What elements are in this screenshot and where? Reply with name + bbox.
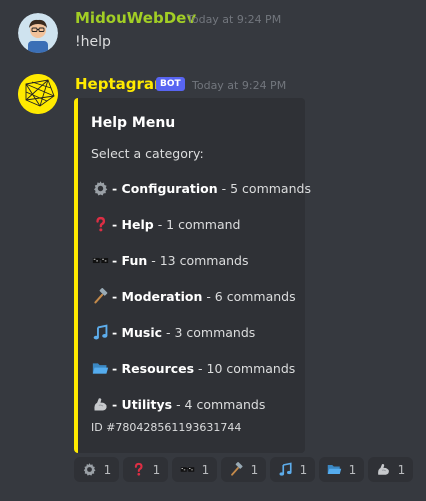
reaction-count: 1 [348, 462, 357, 477]
flexed-arm-icon [376, 462, 392, 478]
reaction-gear[interactable]: 1 [74, 457, 119, 482]
category-count: - 1 command [153, 216, 241, 232]
folder-icon [91, 359, 109, 377]
question-icon [131, 462, 147, 478]
reaction-count: 1 [152, 462, 161, 477]
hammer-icon [229, 462, 245, 478]
folder-icon [327, 462, 343, 478]
category-name: - Fun [112, 252, 148, 268]
category-moderation: - Moderation - 6 commands [91, 286, 296, 306]
gear-icon [82, 462, 98, 478]
category-name: - Resources [112, 360, 195, 376]
category-utilitys: - Utilitys - 4 commands [91, 394, 265, 414]
category-count: - 10 commands [194, 360, 296, 376]
category-name: - Configuration [112, 180, 218, 196]
embed-description: Select a category: [91, 146, 204, 161]
help-embed: Help Menu Select a category: - Configura… [74, 98, 311, 453]
question-icon [91, 215, 109, 233]
category-resources: - Resources - 10 commands [91, 358, 295, 378]
message-text: !help [75, 34, 111, 50]
category-count: - 3 commands [162, 324, 256, 340]
reaction-count: 1 [397, 462, 406, 477]
hammer-icon [91, 287, 109, 305]
category-configuration: - Configuration - 5 commands [91, 178, 311, 198]
reaction-music[interactable]: 1 [270, 457, 315, 482]
message-midouwebdev: MidouWebDev Today at 9:24 PM !help [0, 0, 426, 60]
glasses-icon [180, 462, 196, 478]
heptagram-avatar-icon[interactable] [18, 74, 58, 114]
category-count: - 4 commands [172, 396, 266, 412]
category-count: - 13 commands [147, 252, 249, 268]
music-icon [278, 462, 294, 478]
category-name: - Moderation [112, 288, 203, 304]
music-icon [91, 323, 109, 341]
category-name: - Utilitys [112, 396, 173, 412]
category-music: - Music - 3 commands [91, 322, 255, 342]
category-help: - Help - 1 command [91, 214, 241, 234]
reaction-count: 1 [103, 462, 112, 477]
reaction-count: 1 [201, 462, 210, 477]
timestamp: Today at 9:24 PM [187, 13, 282, 26]
category-name: - Help [112, 216, 154, 232]
reaction-folder[interactable]: 1 [319, 457, 364, 482]
glasses-icon [91, 251, 109, 269]
gear-icon [91, 179, 109, 197]
category-count: - 5 commands [217, 180, 311, 196]
username[interactable]: MidouWebDev [75, 9, 196, 27]
category-name: - Music [112, 324, 163, 340]
embed-title: Help Menu [91, 115, 176, 131]
timestamp: Today at 9:24 PM [192, 79, 287, 92]
category-count: - 6 commands [202, 288, 296, 304]
reaction-count: 1 [299, 462, 308, 477]
reaction-flexed-arm[interactable]: 1 [368, 457, 413, 482]
flexed-arm-icon [91, 395, 109, 413]
bot-badge: BOT [156, 77, 185, 91]
reaction-glasses[interactable]: 1 [172, 457, 217, 482]
reaction-hammer[interactable]: 1 [221, 457, 266, 482]
reactions-bar: 1 1 1 1 1 1 1 [74, 457, 413, 482]
reaction-count: 1 [250, 462, 259, 477]
embed-footer: ID #780428561193631744 [91, 421, 242, 434]
category-fun: - Fun - 13 commands [91, 250, 249, 270]
user-avatar-icon[interactable] [18, 13, 58, 53]
reaction-question[interactable]: 1 [123, 457, 168, 482]
